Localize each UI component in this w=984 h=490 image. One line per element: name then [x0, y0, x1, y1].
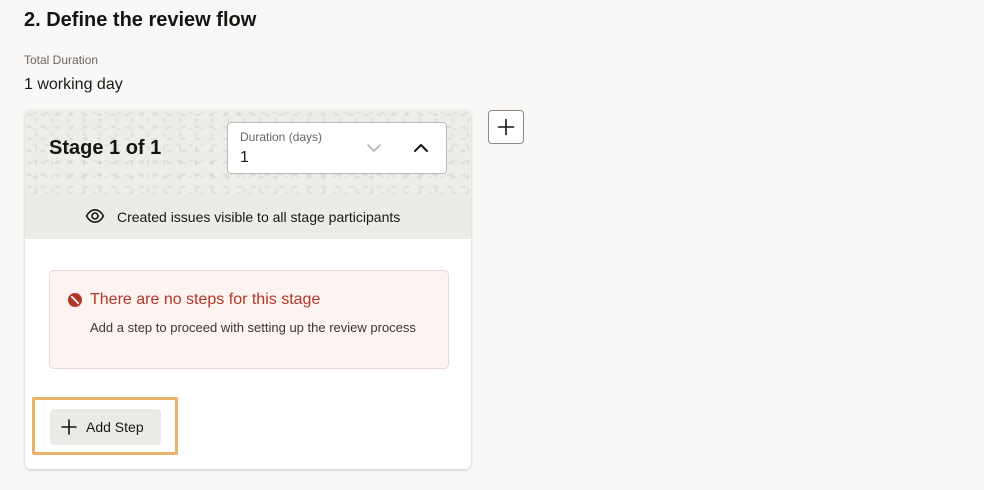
- error-title: There are no steps for this stage: [90, 291, 321, 308]
- section-title: 2. Define the review flow: [24, 9, 257, 31]
- duration-stepper[interactable]: Duration (days) 1: [227, 122, 447, 174]
- stage-title: Stage 1 of 1: [49, 137, 162, 159]
- eye-icon: [85, 208, 105, 224]
- error-circle-icon: [68, 293, 82, 307]
- duration-field-value[interactable]: 1: [240, 149, 249, 167]
- total-duration-value: 1 working day: [24, 76, 123, 93]
- add-step-label: Add Step: [86, 419, 144, 435]
- chevron-up-icon[interactable]: [412, 139, 430, 157]
- visibility-bar: Created issues visible to all stage part…: [25, 195, 471, 239]
- chevron-down-icon[interactable]: [365, 139, 383, 157]
- duration-field-label: Duration (days): [240, 130, 323, 144]
- no-steps-error: There are no steps for this stage Add a …: [49, 270, 449, 369]
- add-step-button[interactable]: Add Step: [50, 409, 161, 445]
- add-stage-button[interactable]: [488, 110, 524, 144]
- plus-icon: [497, 118, 515, 136]
- error-description: Add a step to proceed with setting up th…: [90, 320, 416, 335]
- plus-icon: [61, 419, 77, 435]
- stage-header: Stage 1 of 1 Duration (days) 1: [25, 110, 471, 195]
- visibility-text: Created issues visible to all stage part…: [117, 209, 401, 225]
- total-duration-label: Total Duration: [24, 53, 99, 67]
